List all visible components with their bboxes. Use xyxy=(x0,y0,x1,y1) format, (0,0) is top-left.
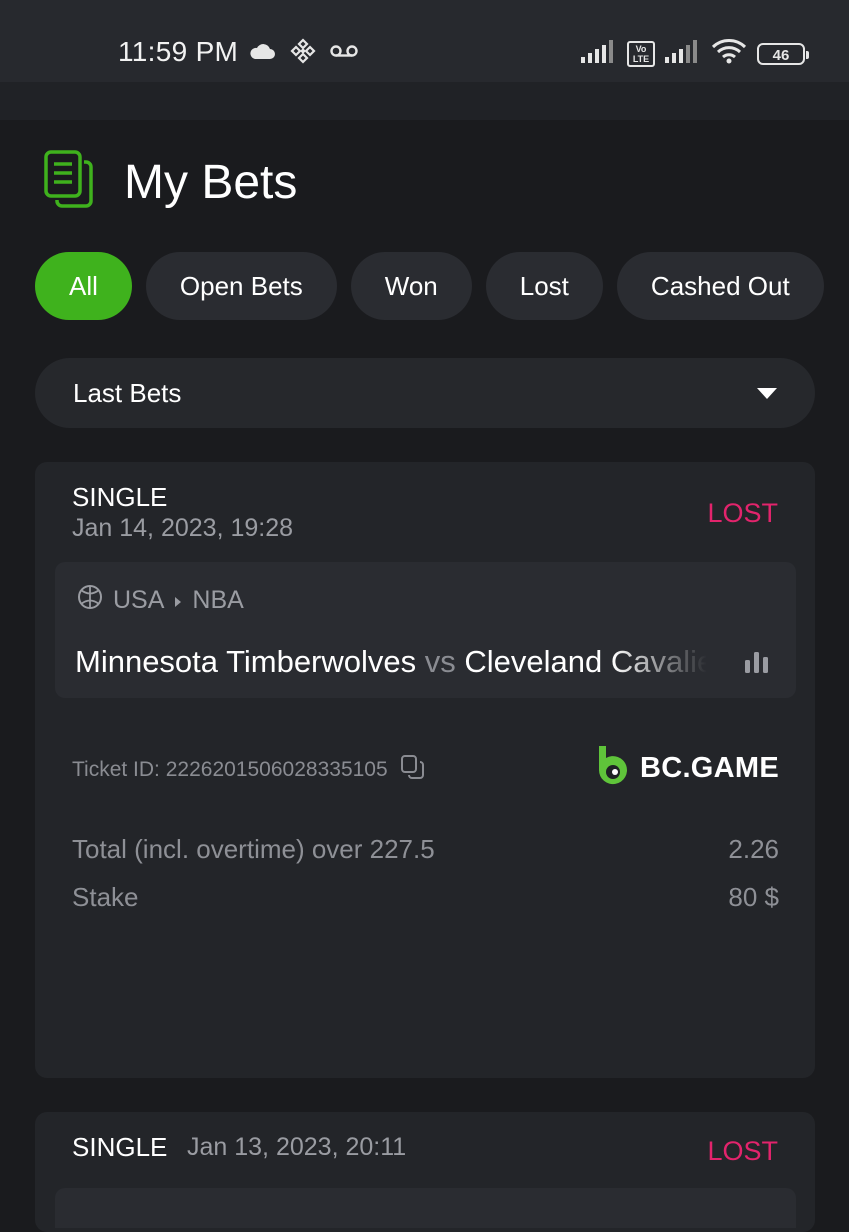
stats-icon[interactable] xyxy=(744,650,770,679)
battery-icon: 46 xyxy=(757,42,809,65)
last-bets-dropdown[interactable]: Last Bets xyxy=(35,358,815,428)
bet-filter-tabs: All Open Bets Won Lost Cashed Out xyxy=(35,252,849,322)
stake-value: 80 $ xyxy=(728,882,779,912)
dropdown-value: Last Bets xyxy=(73,377,182,408)
tab-lost[interactable]: Lost xyxy=(485,252,603,320)
tab-open-bets[interactable]: Open Bets xyxy=(145,252,337,320)
bc-game-logo-icon xyxy=(596,744,632,793)
wifi-icon xyxy=(711,38,747,69)
ticket-id: 2226201506028335105 xyxy=(165,758,388,781)
event-teams: Minnesota Timberwolves vs Cleveland Cava… xyxy=(75,644,707,680)
volte-icon: Vo LTE xyxy=(627,40,655,67)
vs-label: vs xyxy=(424,644,456,679)
status-badge: LOST xyxy=(707,1136,778,1166)
stake-label: Stake xyxy=(72,882,139,912)
team-away: Cleveland Cavaliers xyxy=(464,644,707,679)
app-top-bar xyxy=(0,82,849,120)
tab-cashed-out[interactable]: Cashed Out xyxy=(616,252,824,320)
event-country: USA xyxy=(113,586,165,614)
status-left-icons xyxy=(248,38,358,69)
documents-icon xyxy=(44,150,94,215)
status-badge: LOST xyxy=(707,498,778,528)
cloud-icon xyxy=(248,42,276,65)
bet-card[interactable]: SINGLE Jan 13, 2023, 20:11 LOST xyxy=(35,1112,815,1232)
event-league: NBA xyxy=(192,586,244,614)
ticket-row: Ticket ID: 2226201506028335105 xyxy=(72,754,426,786)
binance-icon xyxy=(290,38,316,69)
event-box[interactable]: USA NBA Minnesota Timberwolves vs Clevel… xyxy=(55,562,796,698)
tab-won[interactable]: Won xyxy=(350,252,472,320)
brand-name: BC.GAME xyxy=(639,752,779,784)
copy-icon[interactable] xyxy=(400,754,426,786)
chevron-right-icon xyxy=(174,586,182,615)
odds-value: 2.26 xyxy=(728,834,779,864)
ticket-label: Ticket ID: 2226201506028335105 xyxy=(72,758,388,781)
event-box[interactable] xyxy=(55,1188,796,1228)
status-bar: 11:59 PM Vo LTE 46 xyxy=(0,0,849,82)
voicemail-icon xyxy=(330,44,358,63)
status-time: 11:59 PM xyxy=(118,36,239,67)
selection-row: Total (incl. overtime) over 227.5 2.26 xyxy=(72,834,779,865)
tab-all[interactable]: All xyxy=(35,252,132,320)
basketball-icon xyxy=(77,584,103,617)
brand-logo: BC.GAME xyxy=(596,744,779,793)
signal-icon xyxy=(665,39,701,68)
bet-type: SINGLE xyxy=(72,482,168,512)
bet-card[interactable]: SINGLE Jan 14, 2023, 19:28 LOST USA NBA … xyxy=(35,462,815,1078)
page-title: My Bets xyxy=(124,156,298,209)
breadcrumb: USA NBA xyxy=(77,584,244,617)
selection-text: Total (incl. overtime) over 227.5 xyxy=(72,834,435,864)
bet-date: Jan 14, 2023, 19:28 xyxy=(72,514,294,542)
stake-row: Stake 80 $ xyxy=(72,882,779,913)
team-home: Minnesota Timberwolves xyxy=(75,644,417,679)
status-right-icons: Vo LTE 46 xyxy=(581,38,809,69)
page-header: My Bets xyxy=(44,150,297,215)
bet-type: SINGLE xyxy=(72,1132,168,1162)
bet-date: Jan 13, 2023, 20:11 xyxy=(187,1133,407,1161)
signal-icon xyxy=(581,39,617,68)
caret-down-icon xyxy=(757,387,777,399)
